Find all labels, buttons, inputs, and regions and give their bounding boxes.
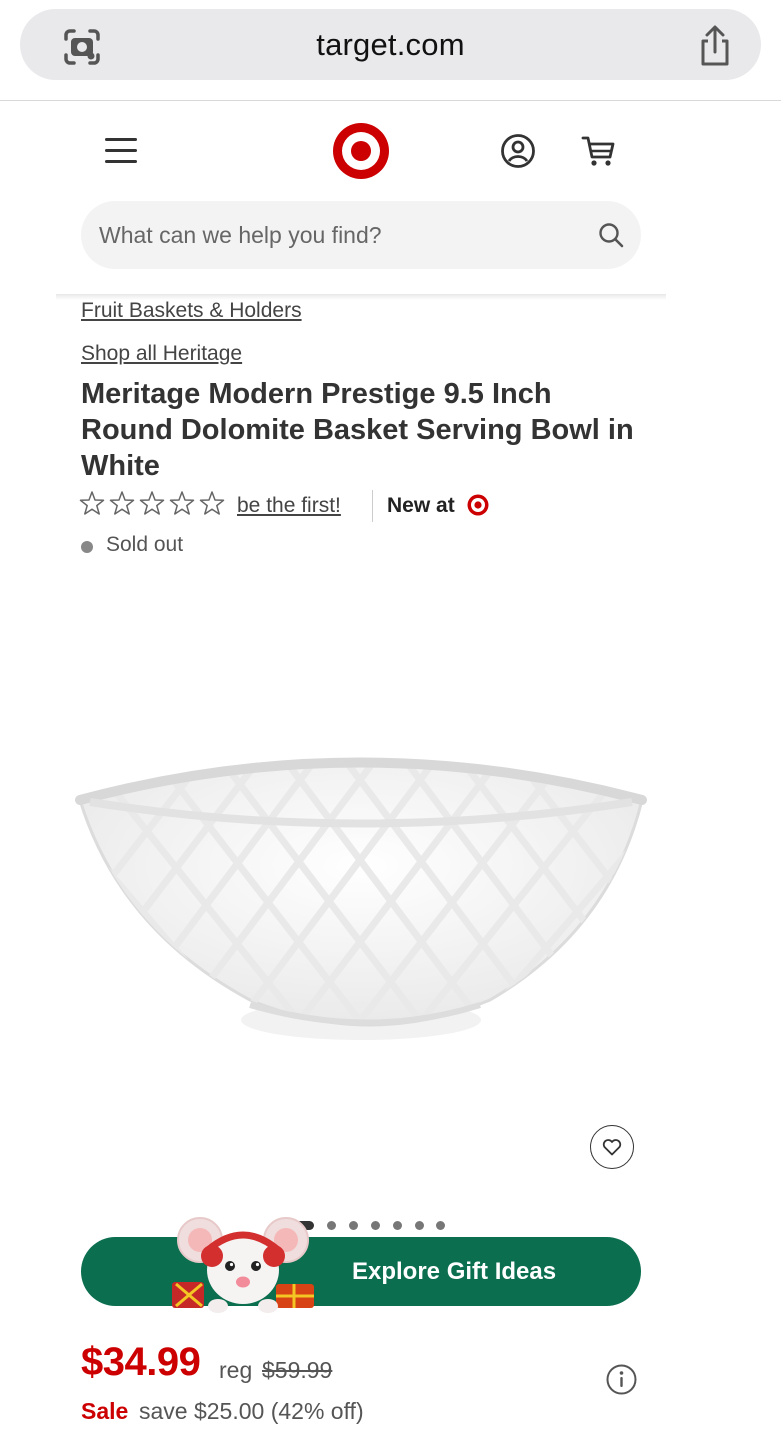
savings-text: save $25.00 (42% off) <box>139 1398 364 1424</box>
browser-divider <box>0 100 781 101</box>
star-icon <box>169 491 195 515</box>
new-at-label: New at <box>387 494 455 517</box>
account-icon[interactable] <box>500 133 536 169</box>
regular-price-label: reg <box>219 1357 253 1383</box>
carousel-dot[interactable] <box>349 1221 358 1230</box>
explore-gift-ideas-banner[interactable]: Explore Gift Ideas <box>81 1237 641 1306</box>
hamburger-menu-icon[interactable] <box>105 136 139 166</box>
carousel-dot[interactable] <box>436 1221 445 1230</box>
product-title: Meritage Modern Prestige 9.5 Inch Round … <box>81 378 634 482</box>
gift-banner-label[interactable]: Explore Gift Ideas <box>352 1258 556 1286</box>
product-image[interactable] <box>70 720 652 1060</box>
star-icon <box>139 491 165 515</box>
sale-label: Sale <box>81 1398 129 1424</box>
availability-text: Sold out <box>106 533 184 556</box>
star-icon <box>79 491 105 515</box>
current-price: $34.99 <box>81 1340 201 1384</box>
carousel-dot[interactable] <box>371 1221 380 1230</box>
browser-url-bar[interactable]: target.com <box>20 9 761 80</box>
search-icon[interactable] <box>597 221 625 249</box>
breadcrumb-link[interactable]: Fruit Baskets & Holders <box>81 299 302 323</box>
target-logo-small <box>467 494 489 516</box>
info-icon[interactable] <box>606 1364 637 1395</box>
favorite-button[interactable] <box>590 1125 634 1169</box>
star-icon <box>199 491 225 515</box>
carousel-dot[interactable] <box>327 1221 336 1230</box>
heart-icon <box>602 1139 622 1156</box>
regular-price: $59.99 <box>262 1357 333 1383</box>
cart-icon[interactable] <box>581 133 617 169</box>
status-dot <box>81 541 93 553</box>
url-text[interactable]: target.com <box>20 27 761 63</box>
shop-brand-link[interactable]: Shop all Heritage <box>81 342 242 366</box>
search-bar[interactable] <box>81 201 641 269</box>
search-input[interactable] <box>99 201 579 269</box>
carousel-dot[interactable] <box>415 1221 424 1230</box>
share-icon[interactable] <box>695 25 735 67</box>
carousel-dot[interactable] <box>393 1221 402 1230</box>
write-review-link[interactable]: be the first! <box>237 494 341 518</box>
star-icon <box>109 491 135 515</box>
target-logo[interactable] <box>332 122 390 180</box>
star-rating[interactable] <box>79 490 225 516</box>
mouse-mascot-illustration <box>172 1217 314 1313</box>
rating-divider <box>372 490 373 522</box>
